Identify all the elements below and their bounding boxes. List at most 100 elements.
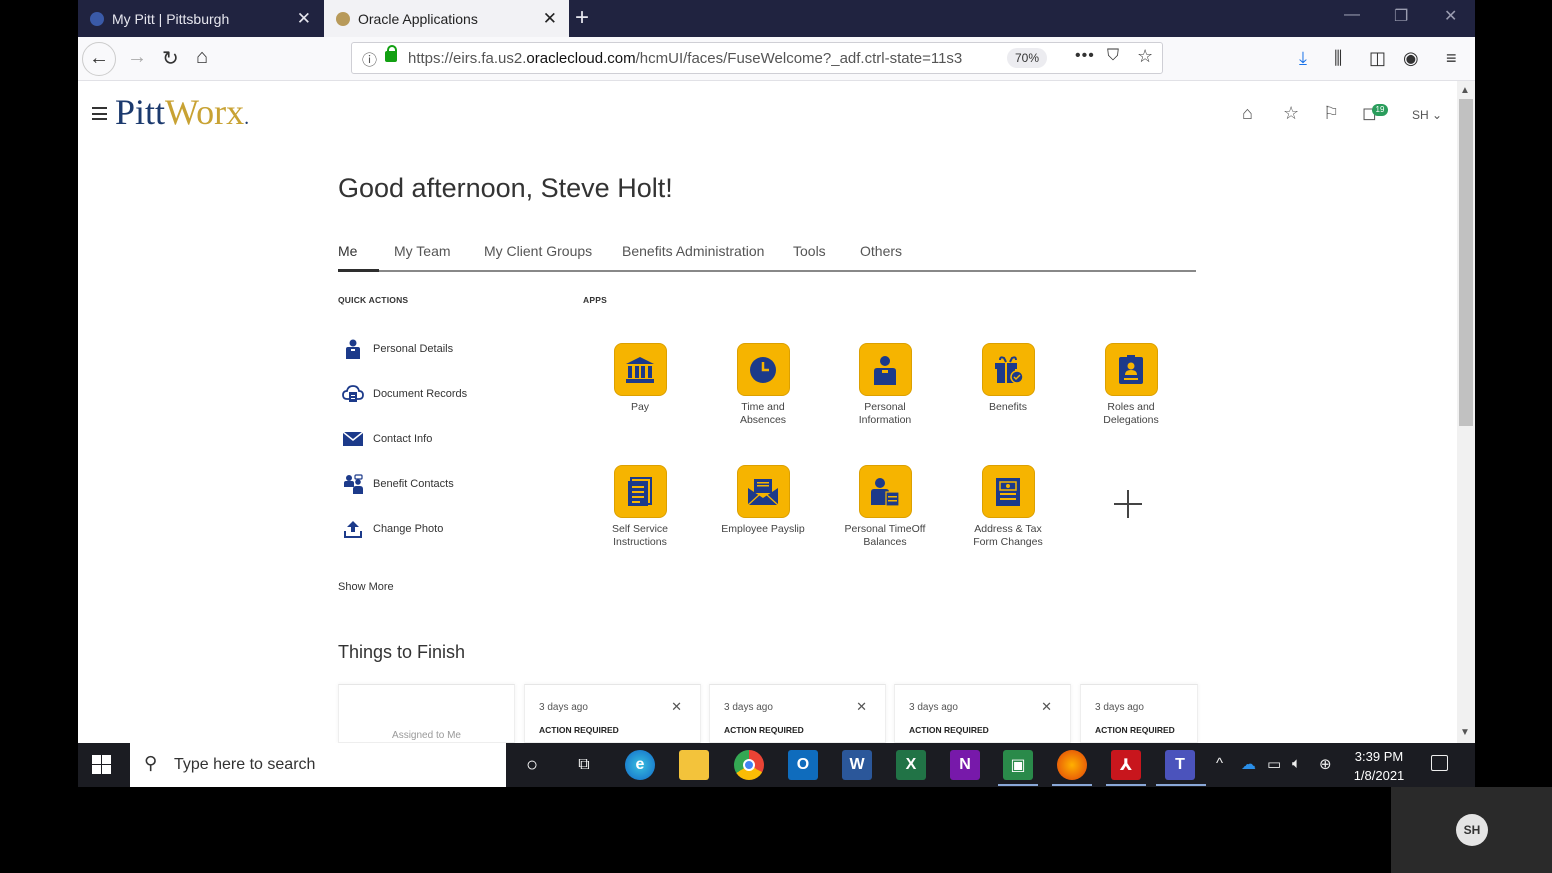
- task-card[interactable]: 3 days ago ✕ ACTION REQUIRED: [524, 684, 701, 743]
- onedrive-icon[interactable]: ☁: [1241, 755, 1256, 773]
- bookmark-star-icon[interactable]: ☆: [1137, 46, 1153, 67]
- zoom-level[interactable]: 70%: [1007, 48, 1048, 68]
- tab-others[interactable]: Others: [860, 243, 902, 259]
- close-tab-icon[interactable]: ✕: [297, 9, 311, 29]
- tab-me[interactable]: Me: [338, 243, 357, 259]
- onenote-icon[interactable]: N: [950, 750, 980, 780]
- chrome-icon[interactable]: [734, 750, 764, 780]
- app-roles-and-delegations[interactable]: Roles and Delegations: [1076, 343, 1186, 427]
- firefox-icon[interactable]: [1057, 750, 1087, 780]
- dismiss-icon[interactable]: ✕: [671, 699, 682, 715]
- sidebar-icon[interactable]: ◫: [1369, 48, 1386, 69]
- new-tab-icon[interactable]: +: [575, 4, 589, 32]
- reload-icon[interactable]: ↻: [162, 46, 179, 71]
- browser-tab-bar: My Pitt | Pittsburgh ✕ Oracle Applicatio…: [78, 0, 1475, 37]
- notification-badge: 19: [1372, 104, 1388, 116]
- user-menu[interactable]: SH ⌄: [1412, 108, 1442, 122]
- windows-start-icon[interactable]: [92, 755, 112, 775]
- tab-title: Oracle Applications: [358, 10, 478, 27]
- quick-action-contact-info[interactable]: Contact Info: [338, 425, 432, 453]
- task-card[interactable]: 3 days ago ACTION REQUIRED: [1080, 684, 1198, 743]
- app-time-and-absences[interactable]: Time and Absences: [708, 343, 818, 427]
- running-indicator: [1052, 784, 1092, 786]
- quick-action-personal-details[interactable]: Personal Details: [338, 335, 453, 363]
- app-employee-payslip[interactable]: Employee Payslip: [708, 465, 818, 536]
- add-app-plus-icon[interactable]: [1114, 490, 1142, 518]
- tab-my-client-groups[interactable]: My Client Groups: [484, 243, 592, 259]
- taskbar-clock[interactable]: 3:39 PM 1/8/2021: [1344, 747, 1414, 785]
- close-tab-icon[interactable]: ✕: [543, 9, 557, 29]
- url-bar[interactable]: ⓘ https://eirs.fa.us2.oraclecloud.com/hc…: [351, 42, 1163, 74]
- task-view-icon[interactable]: ⧉: [569, 750, 599, 780]
- app-address-tax-form-changes[interactable]: Address & Tax Form Changes: [953, 465, 1063, 549]
- app-self-service-instructions[interactable]: Self Service Instructions: [585, 465, 695, 549]
- edge-icon[interactable]: e: [625, 750, 655, 780]
- show-more-link[interactable]: Show More: [338, 581, 394, 593]
- page-scrollbar[interactable]: ▲ ▼: [1457, 81, 1475, 743]
- tab-benefits-administration[interactable]: Benefits Administration: [622, 243, 764, 259]
- file-explorer-icon[interactable]: [679, 750, 709, 780]
- forward-icon[interactable]: →: [127, 46, 147, 69]
- tab-tools[interactable]: Tools: [793, 243, 826, 259]
- download-icon[interactable]: ⤓: [1299, 48, 1307, 69]
- pittworx-logo[interactable]: PittWorx.: [115, 91, 249, 133]
- outlook-icon[interactable]: O: [788, 750, 818, 780]
- participant-avatar: SH: [1456, 814, 1488, 846]
- apps-heading: APPS: [583, 295, 607, 305]
- search-placeholder: Type here to search: [174, 756, 316, 773]
- window-close-icon[interactable]: ✕: [1444, 6, 1457, 26]
- person-icon: [338, 338, 368, 360]
- restore-icon[interactable]: ❐: [1394, 6, 1408, 26]
- app-personal-timeoff-balances[interactable]: Personal TimeOff Balances: [830, 465, 940, 549]
- teams-meeting-icon[interactable]: ▣: [1003, 750, 1033, 780]
- dismiss-icon[interactable]: ✕: [1041, 699, 1052, 715]
- upload-icon: [338, 518, 368, 540]
- running-indicator: [998, 784, 1038, 786]
- taskbar-search-box[interactable]: ⚲ Type here to search: [130, 743, 506, 787]
- app-pay[interactable]: Pay: [585, 343, 695, 414]
- back-icon[interactable]: ←: [82, 42, 116, 76]
- library-icon[interactable]: ⫼: [1334, 48, 1342, 69]
- favorites-star-icon[interactable]: ☆: [1283, 103, 1299, 124]
- hamburger-menu-icon[interactable]: ≡: [1446, 48, 1457, 69]
- tab-my-pitt[interactable]: My Pitt | Pittsburgh ✕: [78, 0, 323, 37]
- quick-action-benefit-contacts[interactable]: Benefit Contacts: [338, 470, 454, 498]
- cortana-icon[interactable]: ○: [517, 750, 547, 780]
- flag-icon[interactable]: ⚐: [1323, 103, 1339, 124]
- show-hidden-icons-icon[interactable]: ^: [1216, 755, 1223, 772]
- action-center-icon[interactable]: [1431, 755, 1448, 771]
- pocket-icon[interactable]: ⛉: [1107, 47, 1119, 65]
- quick-actions-heading: QUICK ACTIONS: [338, 295, 409, 305]
- volume-icon[interactable]: 🔈︎: [1292, 755, 1301, 772]
- tab-my-team[interactable]: My Team: [394, 243, 451, 259]
- home-icon[interactable]: ⌂: [196, 46, 208, 69]
- app-benefits[interactable]: Benefits: [953, 343, 1063, 414]
- network-globe-icon[interactable]: ⊕: [1319, 755, 1332, 773]
- home-icon[interactable]: ⌂: [1242, 103, 1253, 124]
- task-card[interactable]: 3 days ago ✕ ACTION REQUIRED: [894, 684, 1071, 743]
- assigned-to-me-card[interactable]: Assigned to Me: [338, 684, 515, 743]
- navigator-menu-icon[interactable]: [92, 107, 107, 120]
- excel-icon[interactable]: X: [896, 750, 926, 780]
- app-personal-information[interactable]: Personal Information: [830, 343, 940, 427]
- scroll-thumb[interactable]: [1459, 99, 1473, 426]
- bank-icon: [613, 343, 667, 396]
- info-icon[interactable]: ⓘ: [362, 49, 377, 70]
- teams-icon[interactable]: T: [1165, 750, 1195, 780]
- dismiss-icon[interactable]: ✕: [856, 699, 867, 715]
- quick-action-change-photo[interactable]: Change Photo: [338, 515, 443, 543]
- quick-action-document-records[interactable]: Document Records: [338, 380, 467, 408]
- more-actions-icon[interactable]: •••: [1075, 47, 1095, 65]
- tab-oracle-applications[interactable]: Oracle Applications ✕: [324, 0, 569, 37]
- clock-icon: [736, 343, 790, 396]
- task-card[interactable]: 3 days ago ✕ ACTION REQUIRED: [709, 684, 886, 743]
- minimize-icon[interactable]: —: [1344, 6, 1360, 24]
- things-to-finish-heading: Things to Finish: [338, 642, 466, 662]
- battery-icon[interactable]: ▭: [1267, 755, 1281, 773]
- acrobat-icon[interactable]: ⅄: [1111, 750, 1141, 780]
- account-icon[interactable]: ◉: [1403, 48, 1419, 69]
- scroll-up-icon[interactable]: ▲: [1460, 85, 1470, 96]
- word-icon[interactable]: W: [842, 750, 872, 780]
- task-status: ACTION REQUIRED: [1095, 725, 1175, 735]
- scroll-down-icon[interactable]: ▼: [1460, 727, 1470, 738]
